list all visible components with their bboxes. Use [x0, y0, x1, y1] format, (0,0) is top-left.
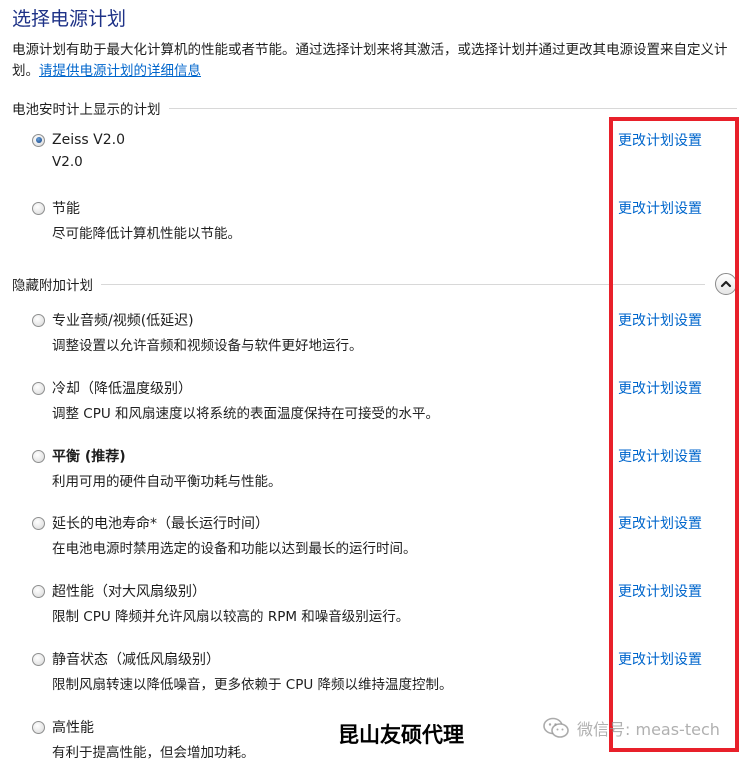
plan-description: V2.0: [52, 154, 83, 170]
plan-item-balanced: 平衡 (推荐) 更改计划设置 利用可用的硬件自动平衡功耗与性能。: [32, 445, 722, 490]
plan-item-pro-audio-video: 专业音频/视频(低延迟) 更改计划设置 调整设置以允许音频和视频设备与软件更好地…: [32, 309, 722, 354]
group-divider: [101, 283, 705, 285]
wechat-icon: [543, 717, 569, 738]
plan-name[interactable]: 静音状态（减低风扇级别）: [52, 649, 220, 669]
plan-radio-ultra-performance[interactable]: [32, 584, 45, 598]
group-divider: [168, 107, 737, 109]
plan-item-quiet: 静音状态（减低风扇级别） 更改计划设置 限制风扇转速以降低噪音，更多依赖于 CP…: [32, 648, 722, 693]
plan-name[interactable]: 专业音频/视频(低延迟): [52, 310, 194, 330]
plan-name[interactable]: Zeiss V2.0: [52, 132, 125, 148]
plan-info-link[interactable]: 请提供电源计划的详细信息: [39, 63, 201, 79]
plan-item-ultra-performance: 超性能（对大风扇级别） 更改计划设置 限制 CPU 降频并允许风扇以较高的 RP…: [32, 580, 722, 625]
hidden-plans-group-header: 隐藏附加计划: [12, 273, 737, 295]
page-description: 电源计划有助于最大化计算机的性能或者节能。通过选择计划来将其激活，或选择计划并通…: [12, 40, 734, 82]
change-plan-settings-link[interactable]: 更改计划设置: [618, 581, 702, 601]
plan-description: 限制风扇转速以降低噪音，更多依赖于 CPU 降频以维持温度控制。: [52, 677, 453, 693]
plan-item-extended-battery: 延长的电池寿命*（最长运行时间） 更改计划设置 在电池电源时禁用选定的设备和功能…: [32, 512, 722, 557]
change-plan-settings-link[interactable]: 更改计划设置: [618, 130, 702, 150]
plan-radio-high-performance[interactable]: [32, 720, 45, 734]
battery-group-header: 电池安时计上显示的计划: [12, 98, 737, 118]
plan-description: 在电池电源时禁用选定的设备和功能以达到最长的运行时间。: [52, 541, 417, 557]
plan-description: 调整设置以允许音频和视频设备与软件更好地运行。: [52, 338, 363, 354]
plan-radio-zeiss[interactable]: [32, 133, 45, 147]
plan-description: 调整 CPU 和风扇速度以将系统的表面温度保持在可接受的水平。: [52, 406, 440, 422]
change-plan-settings-link[interactable]: 更改计划设置: [618, 649, 702, 669]
plan-radio-cooling[interactable]: [32, 381, 45, 395]
plan-item-cooling: 冷却（降低温度级别） 更改计划设置 调整 CPU 和风扇速度以将系统的表面温度保…: [32, 377, 722, 422]
change-plan-settings-link[interactable]: 更改计划设置: [618, 378, 702, 398]
plan-radio-power-saver[interactable]: [32, 201, 45, 215]
plan-item-zeiss: Zeiss V2.0 更改计划设置 V2.0: [32, 129, 722, 170]
change-plan-settings-link[interactable]: 更改计划设置: [618, 446, 702, 466]
plan-name[interactable]: 节能: [52, 198, 80, 218]
plan-name[interactable]: 冷却（降低温度级别）: [52, 378, 192, 398]
change-plan-settings-link[interactable]: 更改计划设置: [618, 198, 702, 218]
page-title: 选择电源计划: [12, 8, 127, 30]
change-plan-settings-link[interactable]: 更改计划设置: [618, 513, 702, 533]
dealer-watermark: 昆山友硕代理: [338, 722, 464, 747]
wechat-watermark: 微信号: meas-tech: [543, 716, 720, 740]
change-plan-settings-link[interactable]: 更改计划设置: [618, 310, 702, 330]
plan-name[interactable]: 超性能（对大风扇级别）: [52, 581, 206, 601]
plan-radio-pro-audio-video[interactable]: [32, 313, 45, 327]
plan-name[interactable]: 延长的电池寿命*（最长运行时间）: [52, 513, 269, 533]
plan-name[interactable]: 高性能: [52, 717, 94, 737]
chevron-up-icon: [720, 280, 732, 288]
plan-item-power-saver: 节能 更改计划设置 尽可能降低计算机性能以节能。: [32, 197, 722, 242]
wechat-id-text: 微信号: meas-tech: [577, 720, 720, 739]
plan-description: 尽可能降低计算机性能以节能。: [52, 226, 241, 242]
plan-name[interactable]: 平衡 (推荐): [52, 446, 126, 466]
plan-radio-extended-battery[interactable]: [32, 516, 45, 530]
plan-radio-balanced[interactable]: [32, 449, 45, 463]
plan-description: 限制 CPU 降频并允许风扇以较高的 RPM 和噪音级别运行。: [52, 609, 410, 625]
hidden-plans-label: 隐藏附加计划: [12, 278, 93, 294]
plan-radio-quiet[interactable]: [32, 652, 45, 666]
collapse-button[interactable]: [715, 273, 737, 295]
plan-description: 利用可用的硬件自动平衡功耗与性能。: [52, 474, 282, 490]
battery-group-label: 电池安时计上显示的计划: [12, 102, 161, 118]
